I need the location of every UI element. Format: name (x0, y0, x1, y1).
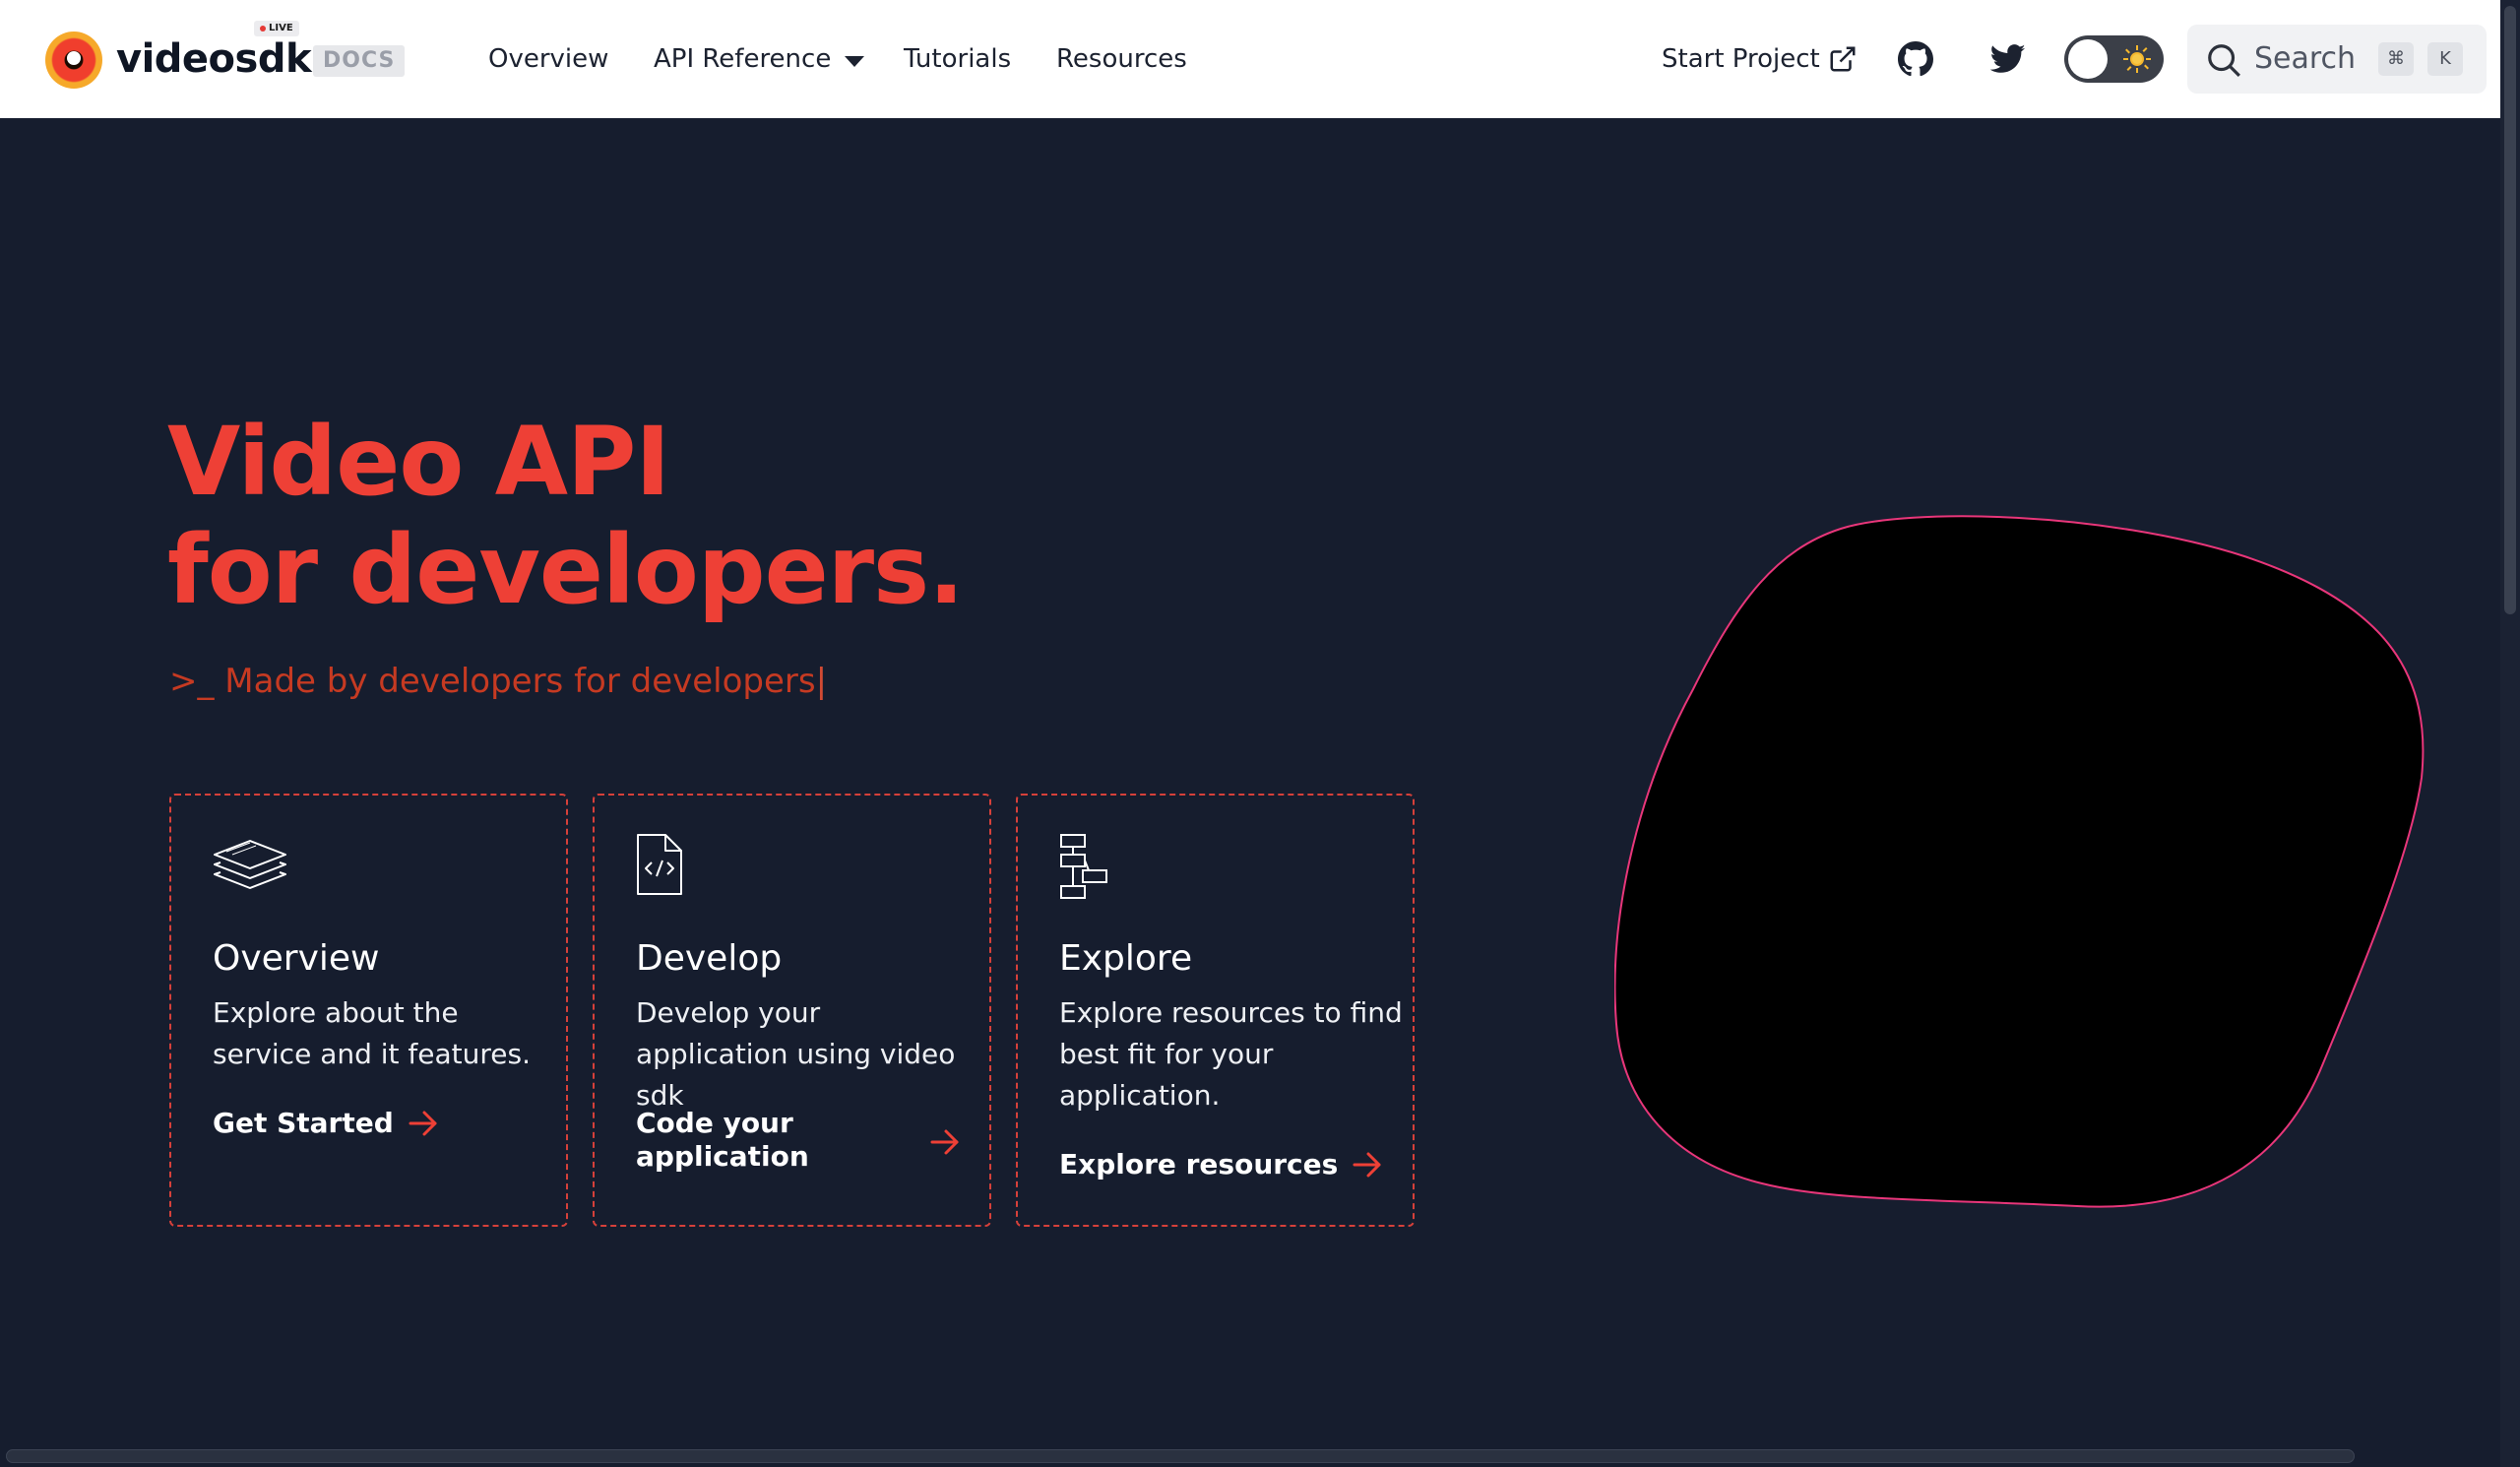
live-badge-label: LIVE (269, 23, 293, 33)
search-button[interactable]: Search ⌘ K (2187, 25, 2487, 94)
card-explore[interactable]: Explore Explore resources to find best f… (1016, 794, 1415, 1227)
sitemap-icon (1060, 834, 1107, 899)
toggle-knob (2068, 39, 2108, 79)
nav-link-api-reference-label: API Reference (654, 44, 832, 74)
code-your-application-link[interactable]: Code your application (636, 1107, 833, 1174)
card-description: Explore about the service and it feature… (213, 996, 532, 1070)
get-started-link[interactable]: Get Started (213, 1107, 439, 1140)
card-develop[interactable]: Develop Develop your application using v… (593, 794, 991, 1227)
videosdk-logo-icon[interactable] (45, 32, 102, 89)
nav-link-tutorials[interactable]: Tutorials (904, 41, 1011, 77)
sun-icon (2123, 45, 2151, 73)
caret-down-icon (845, 55, 865, 67)
arrow-right-icon (1353, 1152, 1381, 1178)
horizontal-scrollbar-thumb[interactable] (6, 1449, 2355, 1463)
card-title: Develop (636, 938, 783, 979)
arrow-right-icon[interactable] (929, 1128, 961, 1156)
hero-title-line-1: Video API (167, 407, 670, 517)
hero-title: Video API for developers. (167, 407, 965, 625)
theme-toggle[interactable] (2064, 35, 2164, 83)
nav-link-overview[interactable]: Overview (488, 41, 608, 77)
explore-resources-link[interactable]: Explore resources (1059, 1148, 1383, 1181)
typing-cursor: | (815, 662, 828, 701)
card-description: Develop your application using video sdk (636, 996, 956, 1112)
card-cta-label: Explore resources (1059, 1148, 1339, 1180)
hero-subtitle-text: >_ Made by developers for developers (169, 662, 816, 701)
card-cta-label: Get Started (213, 1107, 394, 1139)
horizontal-scrollbar[interactable] (0, 1445, 2500, 1467)
live-dot-icon (260, 26, 266, 32)
external-link-icon (1830, 46, 1856, 72)
twitter-icon[interactable] (1990, 43, 2026, 75)
shortcut-modifier-key: ⌘ (2378, 42, 2414, 76)
arrow-right-icon (409, 1111, 437, 1136)
brand-name[interactable]: videosdk (116, 35, 312, 83)
code-file-icon (637, 834, 682, 895)
search-label: Search (2254, 41, 2357, 76)
card-overview[interactable]: Overview Explore about the service and i… (169, 794, 568, 1227)
start-project-label: Start Project (1662, 44, 1820, 74)
github-icon[interactable] (1898, 41, 1933, 77)
top-navbar: videosdk LIVE DOCS Overview API Referenc… (0, 0, 2520, 118)
vertical-scrollbar-thumb[interactable] (2504, 6, 2516, 614)
hero-subtitle: >_ Made by developers for developers| (169, 660, 827, 703)
card-description: Explore resources to find best fit for y… (1059, 996, 1403, 1112)
card-title: Explore (1059, 938, 1193, 979)
shortcut-key: K (2427, 42, 2463, 76)
card-title: Overview (213, 938, 380, 979)
vertical-scrollbar[interactable] (2500, 0, 2520, 1467)
hero-blob-shape (1614, 515, 2425, 1208)
layers-icon (214, 840, 286, 889)
search-icon (2208, 44, 2240, 77)
docs-badge: DOCS (313, 45, 406, 77)
live-badge: LIVE (254, 21, 299, 36)
nav-link-resources[interactable]: Resources (1056, 41, 1187, 77)
nav-link-api-reference[interactable]: API Reference (654, 41, 865, 77)
hero-title-line-2: for developers. (167, 515, 965, 625)
start-project-link[interactable]: Start Project (1662, 41, 1858, 77)
